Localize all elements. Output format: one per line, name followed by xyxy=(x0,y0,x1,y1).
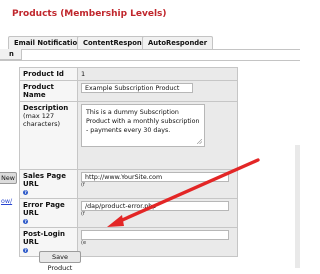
red-arrow-icon xyxy=(107,158,260,227)
